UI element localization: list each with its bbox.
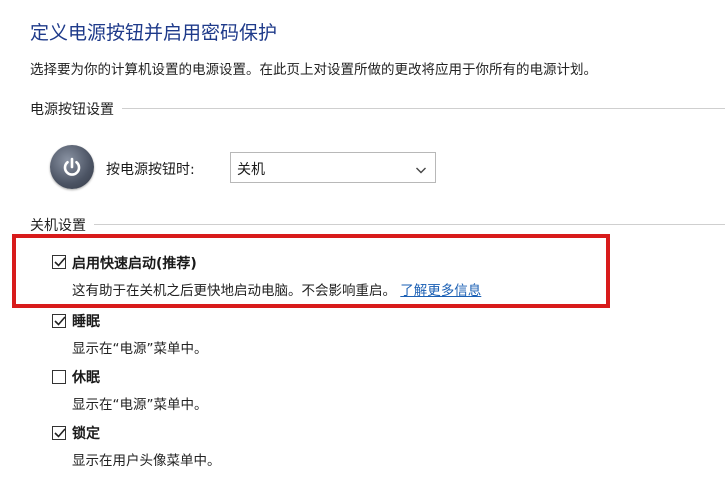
power-icon — [50, 145, 94, 189]
fast-startup-desc-text: 这有助于在关机之后更快地启动电脑。不会影响重启。 — [72, 283, 396, 299]
hibernate-checkbox[interactable] — [52, 370, 66, 384]
power-button-action-label: 按电源按钮时: — [106, 162, 195, 178]
sleep-description: 显示在“电源”菜单中。 — [72, 341, 208, 357]
fast-startup-label[interactable]: 启用快速启动(推荐) — [72, 253, 197, 273]
power-button-section-label: 电源按钮设置 — [30, 99, 122, 119]
power-button-action-value: 关机 — [237, 162, 265, 178]
lock-description: 显示在用户头像菜单中。 — [72, 453, 221, 469]
shutdown-section-label: 关机设置 — [30, 215, 94, 235]
checkmark-icon — [54, 316, 66, 326]
checkmark-icon — [54, 428, 66, 438]
page-description: 选择要为你的计算机设置的电源设置。在此页上对设置所做的更改将应用于你所有的电源计… — [30, 62, 597, 78]
sleep-label[interactable]: 睡眠 — [72, 311, 100, 331]
lock-label[interactable]: 锁定 — [72, 423, 100, 443]
learn-more-link[interactable]: 了解更多信息 — [400, 283, 481, 299]
sleep-checkbox[interactable] — [52, 314, 66, 328]
checkmark-icon — [54, 257, 66, 267]
section-divider — [30, 108, 725, 109]
fast-startup-checkbox[interactable] — [52, 255, 66, 269]
power-button-action-select[interactable]: 关机 — [230, 152, 436, 183]
page-title: 定义电源按钮并启用密码保护 — [30, 22, 278, 44]
hibernate-description: 显示在“电源”菜单中。 — [72, 397, 208, 413]
section-divider — [30, 224, 725, 225]
lock-checkbox[interactable] — [52, 426, 66, 440]
fast-startup-description: 这有助于在关机之后更快地启动电脑。不会影响重启。 了解更多信息 — [72, 279, 481, 299]
hibernate-label[interactable]: 休眠 — [72, 367, 100, 387]
chevron-down-icon — [415, 161, 427, 180]
